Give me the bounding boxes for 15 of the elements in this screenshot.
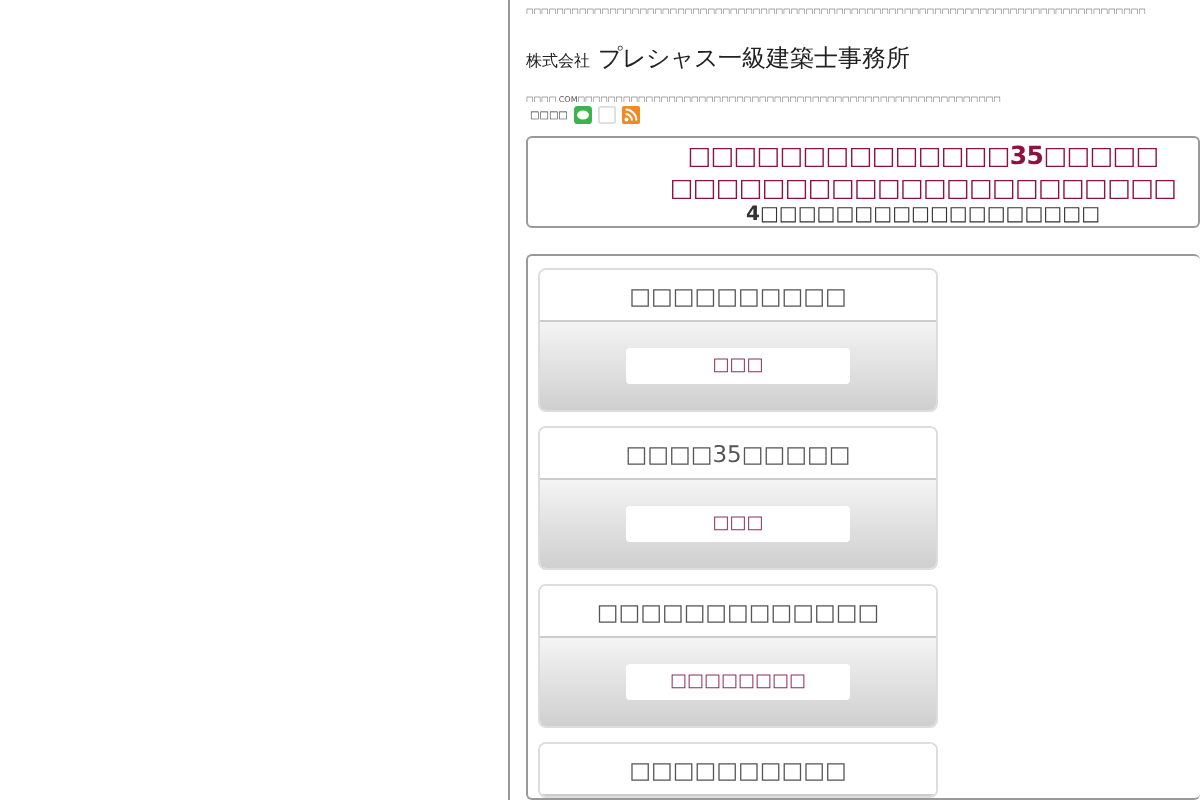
card-title: □□□□□□□□□□ <box>629 281 847 309</box>
card-button[interactable]: □□□ <box>626 348 850 384</box>
blank-icon[interactable] <box>597 106 616 125</box>
logo-name: プレシャス一級建築士事務所 <box>598 42 910 77</box>
headline-subtitle: 4□□□□□□□□□□□□□□□□□□ <box>745 203 1101 226</box>
card-title: □□□□□□□□□□□□□ <box>596 597 880 625</box>
card-title: □□□□35□□□□□ <box>625 439 851 467</box>
logo-prefix: 株式会社 <box>526 50 590 73</box>
chat-bubble-icon[interactable] <box>573 106 592 125</box>
card-title: □□□□□□□□□□ <box>629 755 847 783</box>
headline: □□□□□□□□□□□□□□35□□□□□ <box>687 139 1159 170</box>
rss-icon[interactable] <box>621 106 640 125</box>
card-button[interactable]: □□□ <box>626 506 850 542</box>
card-button[interactable]: □□□□□□□□ <box>626 664 850 700</box>
headline: □□□□□□□□□□□□□□□□□□□□□□ <box>669 171 1177 202</box>
